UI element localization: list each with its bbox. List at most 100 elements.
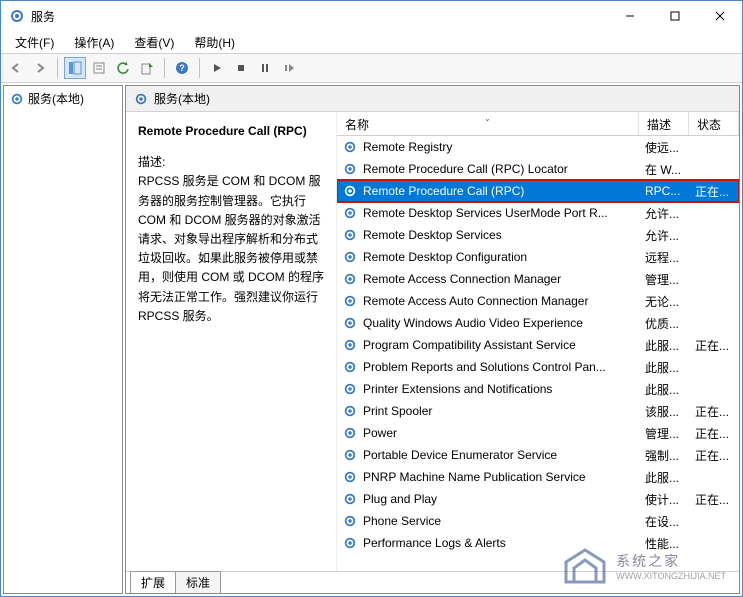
toolbar-divider (199, 58, 200, 78)
gear-icon (343, 338, 357, 352)
service-row[interactable]: Performance Logs & Alerts 性能... (337, 532, 739, 554)
service-status-cell: 正在... (691, 403, 739, 420)
service-row[interactable]: Quality Windows Audio Video Experience优质… (337, 312, 739, 334)
back-button[interactable] (5, 57, 27, 79)
service-name-cell: PNRP Machine Name Publication Service (337, 470, 641, 484)
service-desc-cell: 使计... (641, 491, 691, 508)
service-status-cell: 正在... (691, 337, 739, 354)
service-name-label: Remote Desktop Services (363, 228, 502, 242)
tab-extended[interactable]: 扩展 (130, 571, 176, 594)
gear-icon (343, 316, 357, 330)
content-area: 服务(本地) 服务(本地) Remote Procedure Call (RPC… (1, 83, 742, 596)
service-name-cell: Remote Desktop Services UserMode Port R.… (337, 206, 641, 220)
forward-button[interactable] (29, 57, 51, 79)
service-row[interactable]: Remote Desktop Services UserMode Port R.… (337, 202, 739, 224)
help-button[interactable]: ? (171, 57, 193, 79)
service-row[interactable]: Print Spooler 该服...正在... (337, 400, 739, 422)
titlebar: 服务 (1, 1, 742, 31)
column-status[interactable]: 状态 (689, 112, 739, 135)
menu-action[interactable]: 操作(A) (66, 32, 122, 53)
tree-root-node[interactable]: 服务(本地) (4, 86, 122, 111)
service-name-cell: Performance Logs & Alerts (337, 536, 641, 550)
gear-icon (343, 404, 357, 418)
restart-service-button[interactable] (278, 57, 300, 79)
service-name-label: Phone Service (363, 514, 441, 528)
sort-indicator-icon: ⌄ (484, 114, 491, 123)
service-name-label: Remote Desktop Services UserMode Port R.… (363, 206, 608, 220)
service-name-label: Print Spooler (363, 404, 432, 418)
service-name-label: Quality Windows Audio Video Experience (363, 316, 583, 330)
selected-service-title: Remote Procedure Call (RPC) (138, 122, 324, 141)
stop-service-button[interactable] (230, 57, 252, 79)
close-button[interactable] (697, 1, 742, 31)
service-desc-cell: 性能... (641, 535, 691, 552)
gear-icon (343, 360, 357, 374)
gear-icon (343, 206, 357, 220)
minimize-button[interactable] (607, 1, 652, 31)
column-description[interactable]: 描述 (639, 112, 689, 135)
properties-button[interactable] (88, 57, 110, 79)
service-name-cell: Remote Desktop Configuration (337, 250, 641, 264)
service-desc-cell: 远程... (641, 249, 691, 266)
service-row[interactable]: Remote Procedure Call (RPC) Locator在 W..… (337, 158, 739, 180)
service-desc-cell: 管理... (641, 271, 691, 288)
service-name-label: Portable Device Enumerator Service (363, 448, 557, 462)
console-tree[interactable]: 服务(本地) (3, 85, 123, 594)
service-row[interactable]: Printer Extensions and Notifications 此服..… (337, 378, 739, 400)
service-row[interactable]: Portable Device Enumerator Service强制...正… (337, 444, 739, 466)
service-desc-cell: 该服... (641, 403, 691, 420)
service-desc-cell: 无论... (641, 293, 691, 310)
service-status-cell: 正在... (691, 183, 739, 200)
service-name-label: Printer Extensions and Notifications (363, 382, 552, 396)
services-list: 名称 ⌄ 描述 状态 Remote Registry使远...Remote Pr… (336, 112, 739, 571)
pause-service-button[interactable] (254, 57, 276, 79)
gear-icon (343, 272, 357, 286)
start-service-button[interactable] (206, 57, 228, 79)
service-name-label: Remote Access Auto Connection Manager (363, 294, 588, 308)
service-row[interactable]: Remote Access Auto Connection Manager 无论.… (337, 290, 739, 312)
service-desc-cell: 此服... (641, 381, 691, 398)
show-hide-tree-button[interactable] (64, 57, 86, 79)
service-row[interactable]: PNRP Machine Name Publication Service此服.… (337, 466, 739, 488)
list-body[interactable]: Remote Registry使远...Remote Procedure Cal… (337, 136, 739, 571)
refresh-button[interactable] (112, 57, 134, 79)
gear-icon (343, 382, 357, 396)
service-row[interactable]: Remote Access Connection Manager管理... (337, 268, 739, 290)
service-name-cell: Phone Service (337, 514, 641, 528)
service-name-label: PNRP Machine Name Publication Service (363, 470, 586, 484)
service-row[interactable]: Plug and Play使计...正在... (337, 488, 739, 510)
toolbar-divider (164, 58, 165, 78)
service-row[interactable]: Problem Reports and Solutions Control Pa… (337, 356, 739, 378)
maximize-button[interactable] (652, 1, 697, 31)
gear-icon (343, 184, 357, 198)
toolbar-divider (57, 58, 58, 78)
service-row[interactable]: Program Compatibility Assistant Service 此… (337, 334, 739, 356)
service-row[interactable]: Remote Procedure Call (RPC)RPC...正在... (337, 180, 739, 202)
service-desc-cell: 此服... (641, 337, 691, 354)
gear-icon (343, 250, 357, 264)
menubar: 文件(F) 操作(A) 查看(V) 帮助(H) (1, 31, 742, 53)
services-window: 服务 文件(F) 操作(A) 查看(V) 帮助(H) ? (0, 0, 743, 597)
column-name[interactable]: 名称 ⌄ (337, 112, 639, 135)
service-name-label: Program Compatibility Assistant Service (363, 338, 576, 352)
export-button[interactable] (136, 57, 158, 79)
menu-help[interactable]: 帮助(H) (186, 32, 243, 53)
tab-standard[interactable]: 标准 (175, 571, 221, 593)
service-name-label: Performance Logs & Alerts (363, 536, 506, 550)
service-desc-cell: 允许... (641, 205, 691, 222)
menu-view[interactable]: 查看(V) (126, 32, 182, 53)
service-row[interactable]: Remote Desktop Services允许... (337, 224, 739, 246)
service-name-cell: Remote Procedure Call (RPC) Locator (337, 162, 641, 176)
menu-file[interactable]: 文件(F) (7, 32, 62, 53)
service-row[interactable]: Phone Service在设... (337, 510, 739, 532)
service-name-label: Remote Desktop Configuration (363, 250, 527, 264)
service-desc-cell: RPC... (641, 184, 691, 198)
service-name-cell: Program Compatibility Assistant Service (337, 338, 641, 352)
service-row[interactable]: Remote Desktop Configuration 远程... (337, 246, 739, 268)
service-row[interactable]: Remote Registry使远... (337, 136, 739, 158)
gear-icon (343, 162, 357, 176)
service-name-label: Remote Procedure Call (RPC) Locator (363, 162, 568, 176)
service-status-cell: 正在... (691, 425, 739, 442)
window-controls (607, 1, 742, 31)
service-row[interactable]: Power管理...正在... (337, 422, 739, 444)
